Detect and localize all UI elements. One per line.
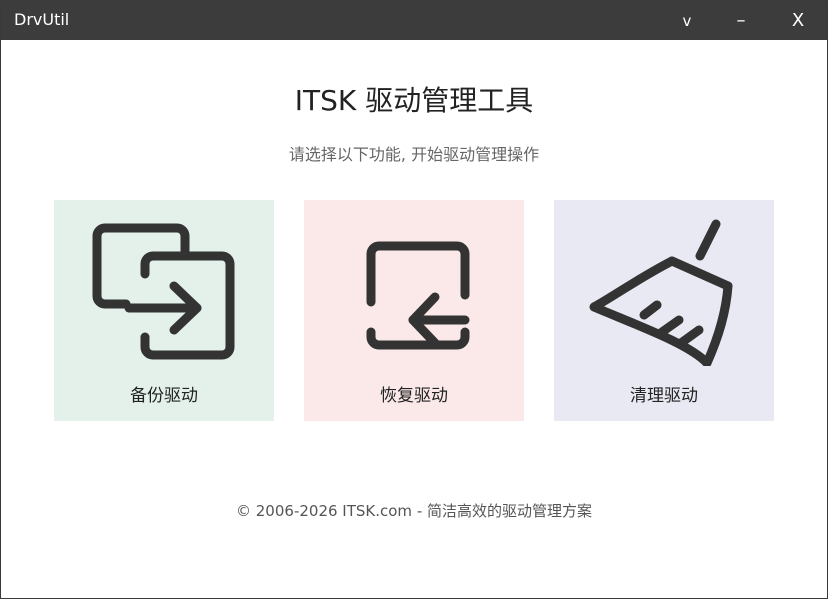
footer-copyright: © 2006-2026 ITSK.com - 简洁高效的驱动管理方案 — [236, 502, 592, 520]
page-title: ITSK 驱动管理工具 — [294, 84, 534, 117]
app-window: DrvUtil v – X ITSK 驱动管理工具 请选择以下功能, 开始驱动管… — [0, 0, 828, 599]
clean-driver-label: 清理驱动 — [630, 386, 698, 406]
restore-icon — [366, 241, 470, 350]
minimize-button[interactable]: – — [719, 1, 763, 40]
page-subtitle: 请选择以下功能, 开始驱动管理操作 — [288, 145, 540, 164]
collapse-button[interactable]: v — [665, 1, 709, 40]
title-bar[interactable]: DrvUtil v – X — [1, 1, 827, 40]
restore-driver-card[interactable]: 恢复驱动 — [304, 200, 524, 421]
backup-driver-card[interactable]: 备份驱动 — [54, 200, 274, 421]
backup-icon — [92, 223, 235, 360]
app-title: DrvUtil — [14, 10, 70, 29]
broom-icon — [589, 219, 733, 366]
clean-driver-card[interactable]: 清理驱动 — [554, 200, 774, 421]
close-button[interactable]: X — [776, 1, 820, 40]
restore-driver-label: 恢复驱动 — [380, 386, 448, 406]
backup-driver-label: 备份驱动 — [130, 386, 198, 406]
